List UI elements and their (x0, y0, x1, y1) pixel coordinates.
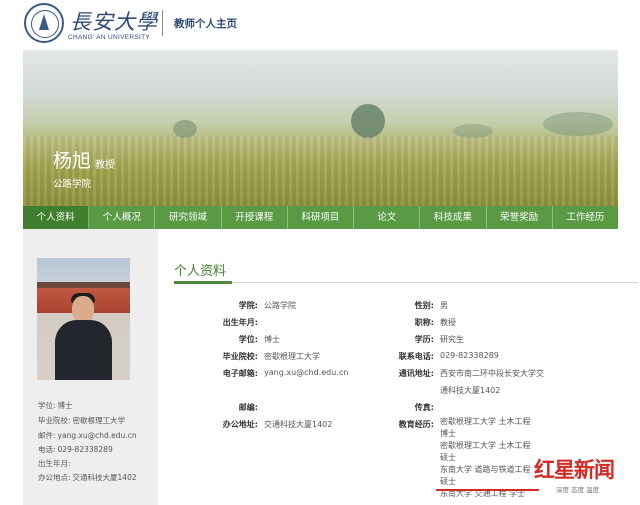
tab-profile[interactable]: 个人资料 (23, 206, 90, 229)
university-seal-icon[interactable] (24, 3, 64, 43)
sidebar-label: 毕业院校: (38, 416, 71, 425)
sidebar-value: 密歇根理工大学 (72, 416, 126, 425)
tab-achievements[interactable]: 科技成果 (420, 206, 487, 229)
field-label-degree: 学位: (238, 335, 258, 344)
field-value-graduated-school: 密歇根理工大学 (264, 352, 320, 361)
field-value-degree: 博士 (264, 335, 280, 344)
photo-body (55, 320, 112, 380)
education-entry: 密歇根理工大学 土木工程 (440, 417, 531, 426)
field-label-phone: 联系电话: (398, 352, 434, 361)
field-label-gender: 性别: (414, 301, 434, 310)
watermark-brand: 红星新闻 (534, 458, 615, 482)
teacher-photo (37, 258, 130, 380)
profile-nav: 个人资料 个人概况 研究领域 开授课程 科研项目 论文 科技成果 荣誉奖励 工作… (23, 206, 618, 229)
sidebar-value[interactable]: yang.xu@chd.edu.cn (58, 431, 137, 440)
section-divider (174, 282, 638, 283)
section-divider-accent (174, 281, 232, 284)
banner-tree (543, 112, 613, 136)
education-entry: 东南大学 道路与铁道工程 (440, 465, 531, 474)
field-value-office-address: 交通科技大厦1402 (264, 420, 333, 429)
sidebar-row-office: 办公地点: 交通科技大厦1402 (38, 472, 137, 483)
news-watermark: 红星新闻 深度 态度 温度 (534, 454, 640, 505)
field-label-mail-address: 通讯地址: (398, 369, 434, 378)
field-label-postcode: 邮编: (238, 403, 258, 412)
field-value-email[interactable]: yang.xu@chd.edu.cn (264, 368, 348, 377)
banner-tree (351, 104, 385, 138)
tab-research-projects[interactable]: 科研项目 (288, 206, 355, 229)
education-entry: 硕士 (440, 453, 456, 462)
field-value-mail-address-line: 通科技大厦1402 (440, 386, 501, 395)
field-label-birth: 出生年月: (222, 318, 258, 327)
photo-roof (37, 282, 130, 288)
university-logo-text[interactable]: 長安大學 (70, 6, 158, 36)
sidebar-row-email: 邮件: yang.xu@chd.edu.cn (38, 430, 137, 441)
sidebar-value: 交通科技大厦1402 (72, 473, 137, 482)
banner-field (23, 136, 618, 206)
teacher-title: 教授 (95, 160, 115, 171)
field-label-education-level: 学历: (414, 335, 434, 344)
field-value-gender: 男 (440, 301, 448, 310)
tab-courses[interactable]: 开授课程 (222, 206, 288, 229)
sidebar-label: 学位: (38, 401, 56, 410)
field-label-office-address: 办公地址: (222, 420, 258, 429)
header-divider (162, 10, 163, 36)
sidebar-row-degree: 学位: 博士 (38, 400, 73, 411)
tab-overview[interactable]: 个人概况 (89, 206, 156, 229)
field-label-college: 学院: (238, 301, 258, 310)
education-entry: 密歇根理工大学 土木工程 (440, 441, 531, 450)
sidebar-value: 博士 (57, 401, 73, 410)
teacher-school: 公路学院 (53, 179, 92, 190)
tab-papers[interactable]: 论文 (354, 206, 421, 229)
site-header: 長安大學 CHANG' AN UNIVERSITY 教师个人主页 (0, 0, 640, 50)
sidebar-label: 出生年月: (38, 459, 71, 468)
header-title[interactable]: 教师个人主页 (174, 16, 237, 31)
tab-honors[interactable]: 荣誉奖励 (487, 206, 553, 229)
field-label-email: 电子邮箱: (222, 369, 258, 378)
education-entry: 博士 (440, 429, 456, 438)
sidebar-row-phone: 电话: 029-82338289 (38, 444, 113, 455)
field-value-phone: 029-82338289 (440, 351, 499, 360)
profile-sidebar: 学位: 博士 毕业院校: 密歇根理工大学 邮件: yang.xu@chd.edu.cn… (23, 229, 158, 505)
field-label-education-history: 教育经历: (398, 420, 434, 429)
sidebar-row-school: 毕业院校: 密歇根理工大学 (38, 415, 125, 426)
sidebar-value: 029-82338289 (57, 445, 113, 454)
field-label-fax: 传真: (414, 403, 434, 412)
field-value-education-level: 研究生 (440, 335, 464, 344)
photo-head (72, 296, 94, 323)
field-value-rank: 教授 (440, 318, 456, 327)
field-value-mail-address-line: 西安市南二环中段长安大学交 (440, 369, 544, 378)
profile-banner: 杨旭 教授 公路学院 (23, 50, 618, 206)
sidebar-label: 邮件: (38, 431, 56, 440)
sidebar-label: 电话: (38, 445, 56, 454)
university-logo-english: CHANG' AN UNIVERSITY (68, 34, 151, 41)
field-label-graduated-school: 毕业院校: (222, 352, 258, 361)
watermark-slogan: 深度 态度 温度 (556, 486, 600, 494)
field-label-rank: 职称: (414, 318, 434, 327)
field-value-college: 公路学院 (264, 301, 296, 310)
teacher-name: 杨旭 (53, 150, 92, 172)
sidebar-row-birth: 出生年月: (38, 458, 73, 469)
sidebar-label: 办公地点: (38, 473, 71, 482)
education-entry: 硕士 (440, 477, 456, 486)
tab-work-experience[interactable]: 工作经历 (553, 206, 618, 229)
tab-research-areas[interactable]: 研究领域 (155, 206, 222, 229)
section-title: 个人资料 (174, 264, 227, 279)
highlight-underline (436, 489, 539, 491)
